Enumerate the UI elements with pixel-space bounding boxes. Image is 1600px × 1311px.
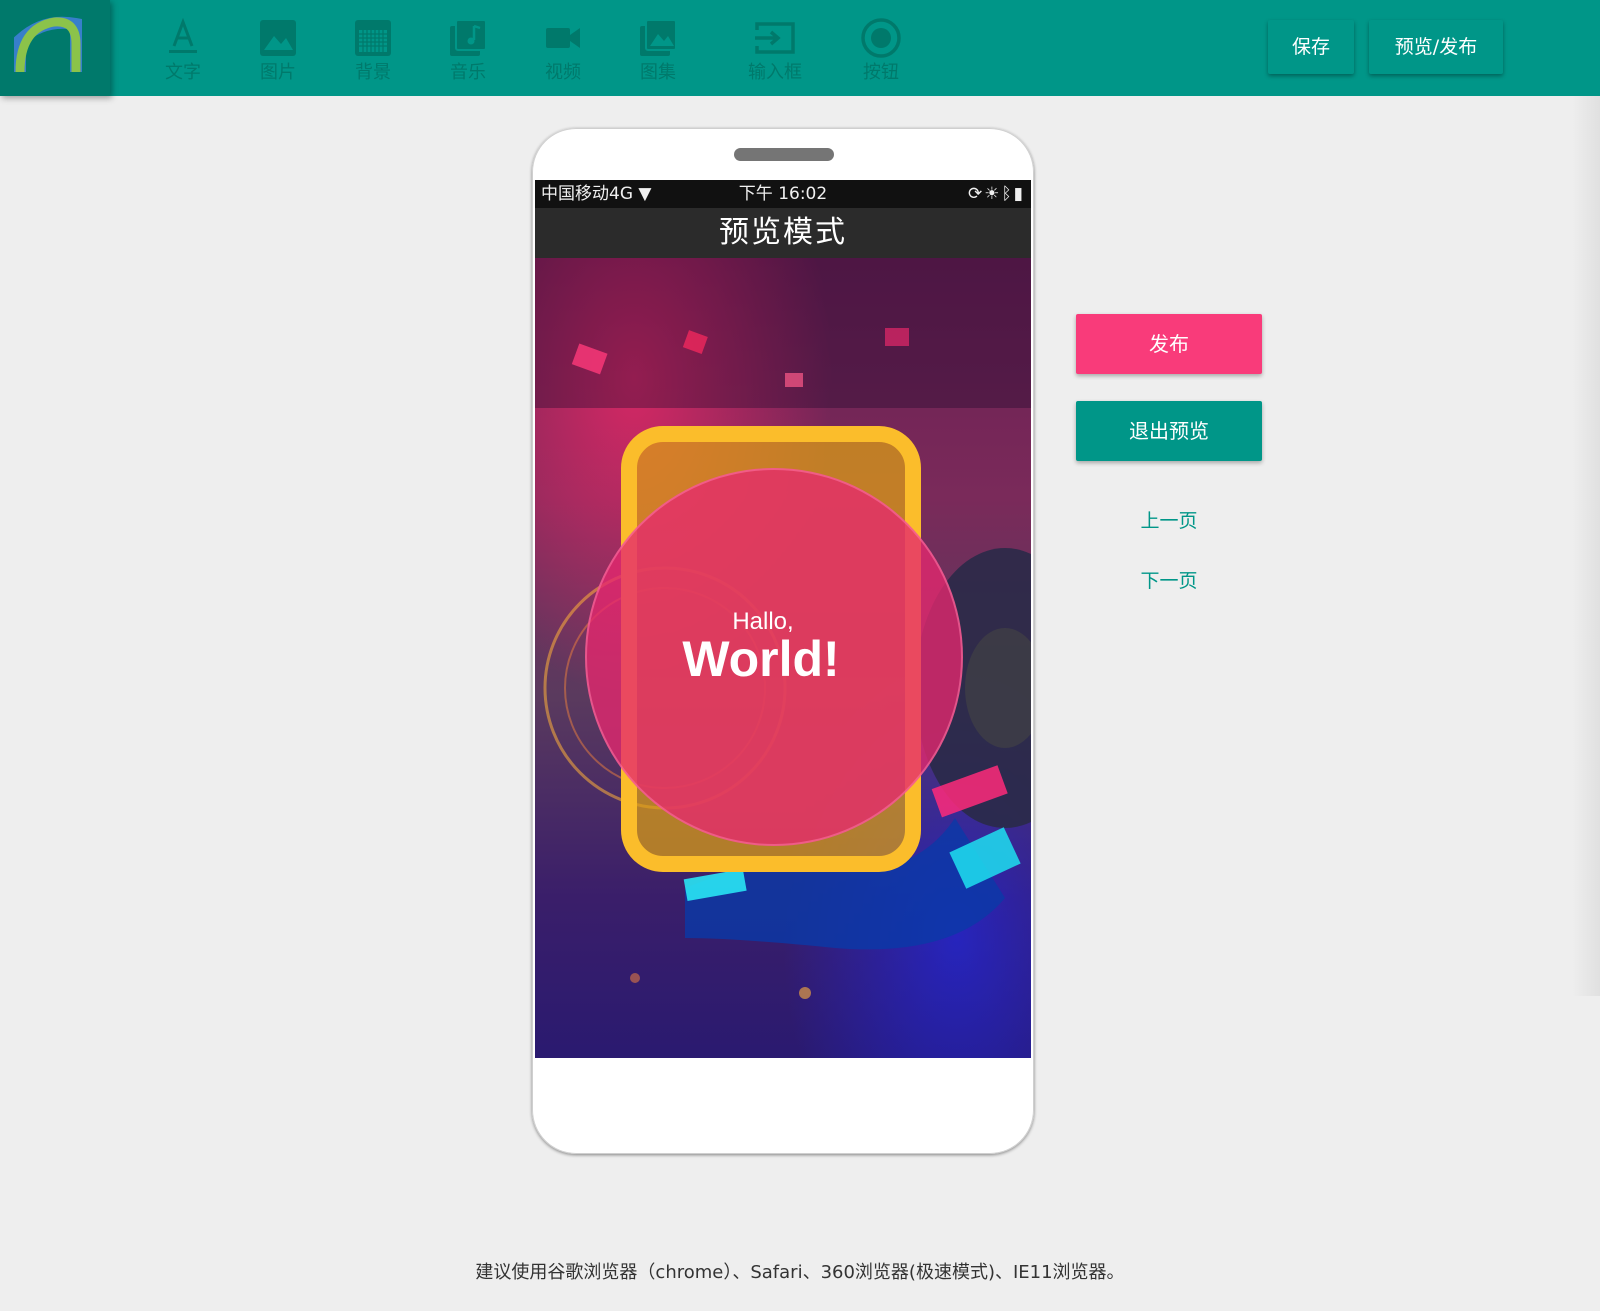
tool-label: 输入框 <box>748 62 802 83</box>
page-edge-shadow <box>1572 96 1600 996</box>
tool-label: 图片 <box>260 62 296 83</box>
button-icon <box>861 18 901 58</box>
gallery-icon <box>640 19 677 56</box>
video-icon <box>546 28 580 48</box>
tool-label: 图集 <box>640 62 676 83</box>
preview-content: Hallo, World! <box>535 258 1031 1058</box>
tool-text[interactable]: 文字 <box>148 12 218 88</box>
tool-label: 音乐 <box>450 62 486 83</box>
tool-input-box[interactable]: 输入框 <box>734 12 816 88</box>
tool-image[interactable]: 图片 <box>243 12 313 88</box>
phone-screen: 中国移动4G ▼ 下午 16:02 ⟳☀ᛒ▮ 预览模式 Hallo, World… <box>535 180 1031 1058</box>
battery-icon: ▮ <box>1013 184 1025 204</box>
background-icon <box>355 20 391 56</box>
app-logo[interactable] <box>0 0 110 96</box>
sync-icon: ⟳ <box>967 184 985 204</box>
input-box-icon <box>755 22 795 54</box>
tool-music[interactable]: 音乐 <box>433 12 503 88</box>
tool-button[interactable]: 按钮 <box>846 12 916 88</box>
headline-text: World! <box>682 631 840 687</box>
status-time: 下午 16:02 <box>738 184 828 204</box>
preview-publish-button[interactable]: 预览/发布 <box>1369 20 1503 74</box>
phone-speaker <box>734 148 834 161</box>
browser-recommendation-note: 建议使用谷歌浏览器（chrome）、Safari、360浏览器(极速模式)、IE… <box>475 1262 1125 1283</box>
text-icon <box>169 17 197 53</box>
publish-button[interactable]: 发布 <box>1076 314 1262 374</box>
tool-label: 文字 <box>165 62 201 83</box>
status-bar: 中国移动4G ▼ 下午 16:02 ⟳☀ᛒ▮ <box>535 180 1031 208</box>
phone-frame: 中国移动4G ▼ 下午 16:02 ⟳☀ᛒ▮ 预览模式 Hallo, World… <box>532 128 1034 1154</box>
status-icons: ⟳☀ᛒ▮ <box>968 180 1025 208</box>
next-page-link[interactable]: 下一页 <box>1076 566 1262 593</box>
bluetooth-icon: ᛒ <box>1001 184 1014 204</box>
save-button[interactable]: 保存 <box>1268 20 1354 74</box>
brightness-icon: ☀ <box>984 184 1002 204</box>
music-icon <box>450 19 487 56</box>
preview-title: 预览模式 <box>535 208 1031 258</box>
image-icon <box>260 20 296 56</box>
exit-preview-button[interactable]: 退出预览 <box>1076 401 1262 461</box>
tool-label: 背景 <box>355 62 391 83</box>
tool-label: 视频 <box>545 62 581 83</box>
tool-gallery[interactable]: 图集 <box>623 12 693 88</box>
tool-video[interactable]: 视频 <box>528 12 598 88</box>
logo-arch-icon <box>14 16 82 73</box>
tool-background[interactable]: 背景 <box>338 12 408 88</box>
tool-label: 按钮 <box>863 62 899 83</box>
top-toolbar: 文字 图片 背景 音乐 视频 图集 输入框 按钮 保存 预览/发布 <box>0 0 1600 96</box>
prev-page-link[interactable]: 上一页 <box>1076 506 1262 533</box>
